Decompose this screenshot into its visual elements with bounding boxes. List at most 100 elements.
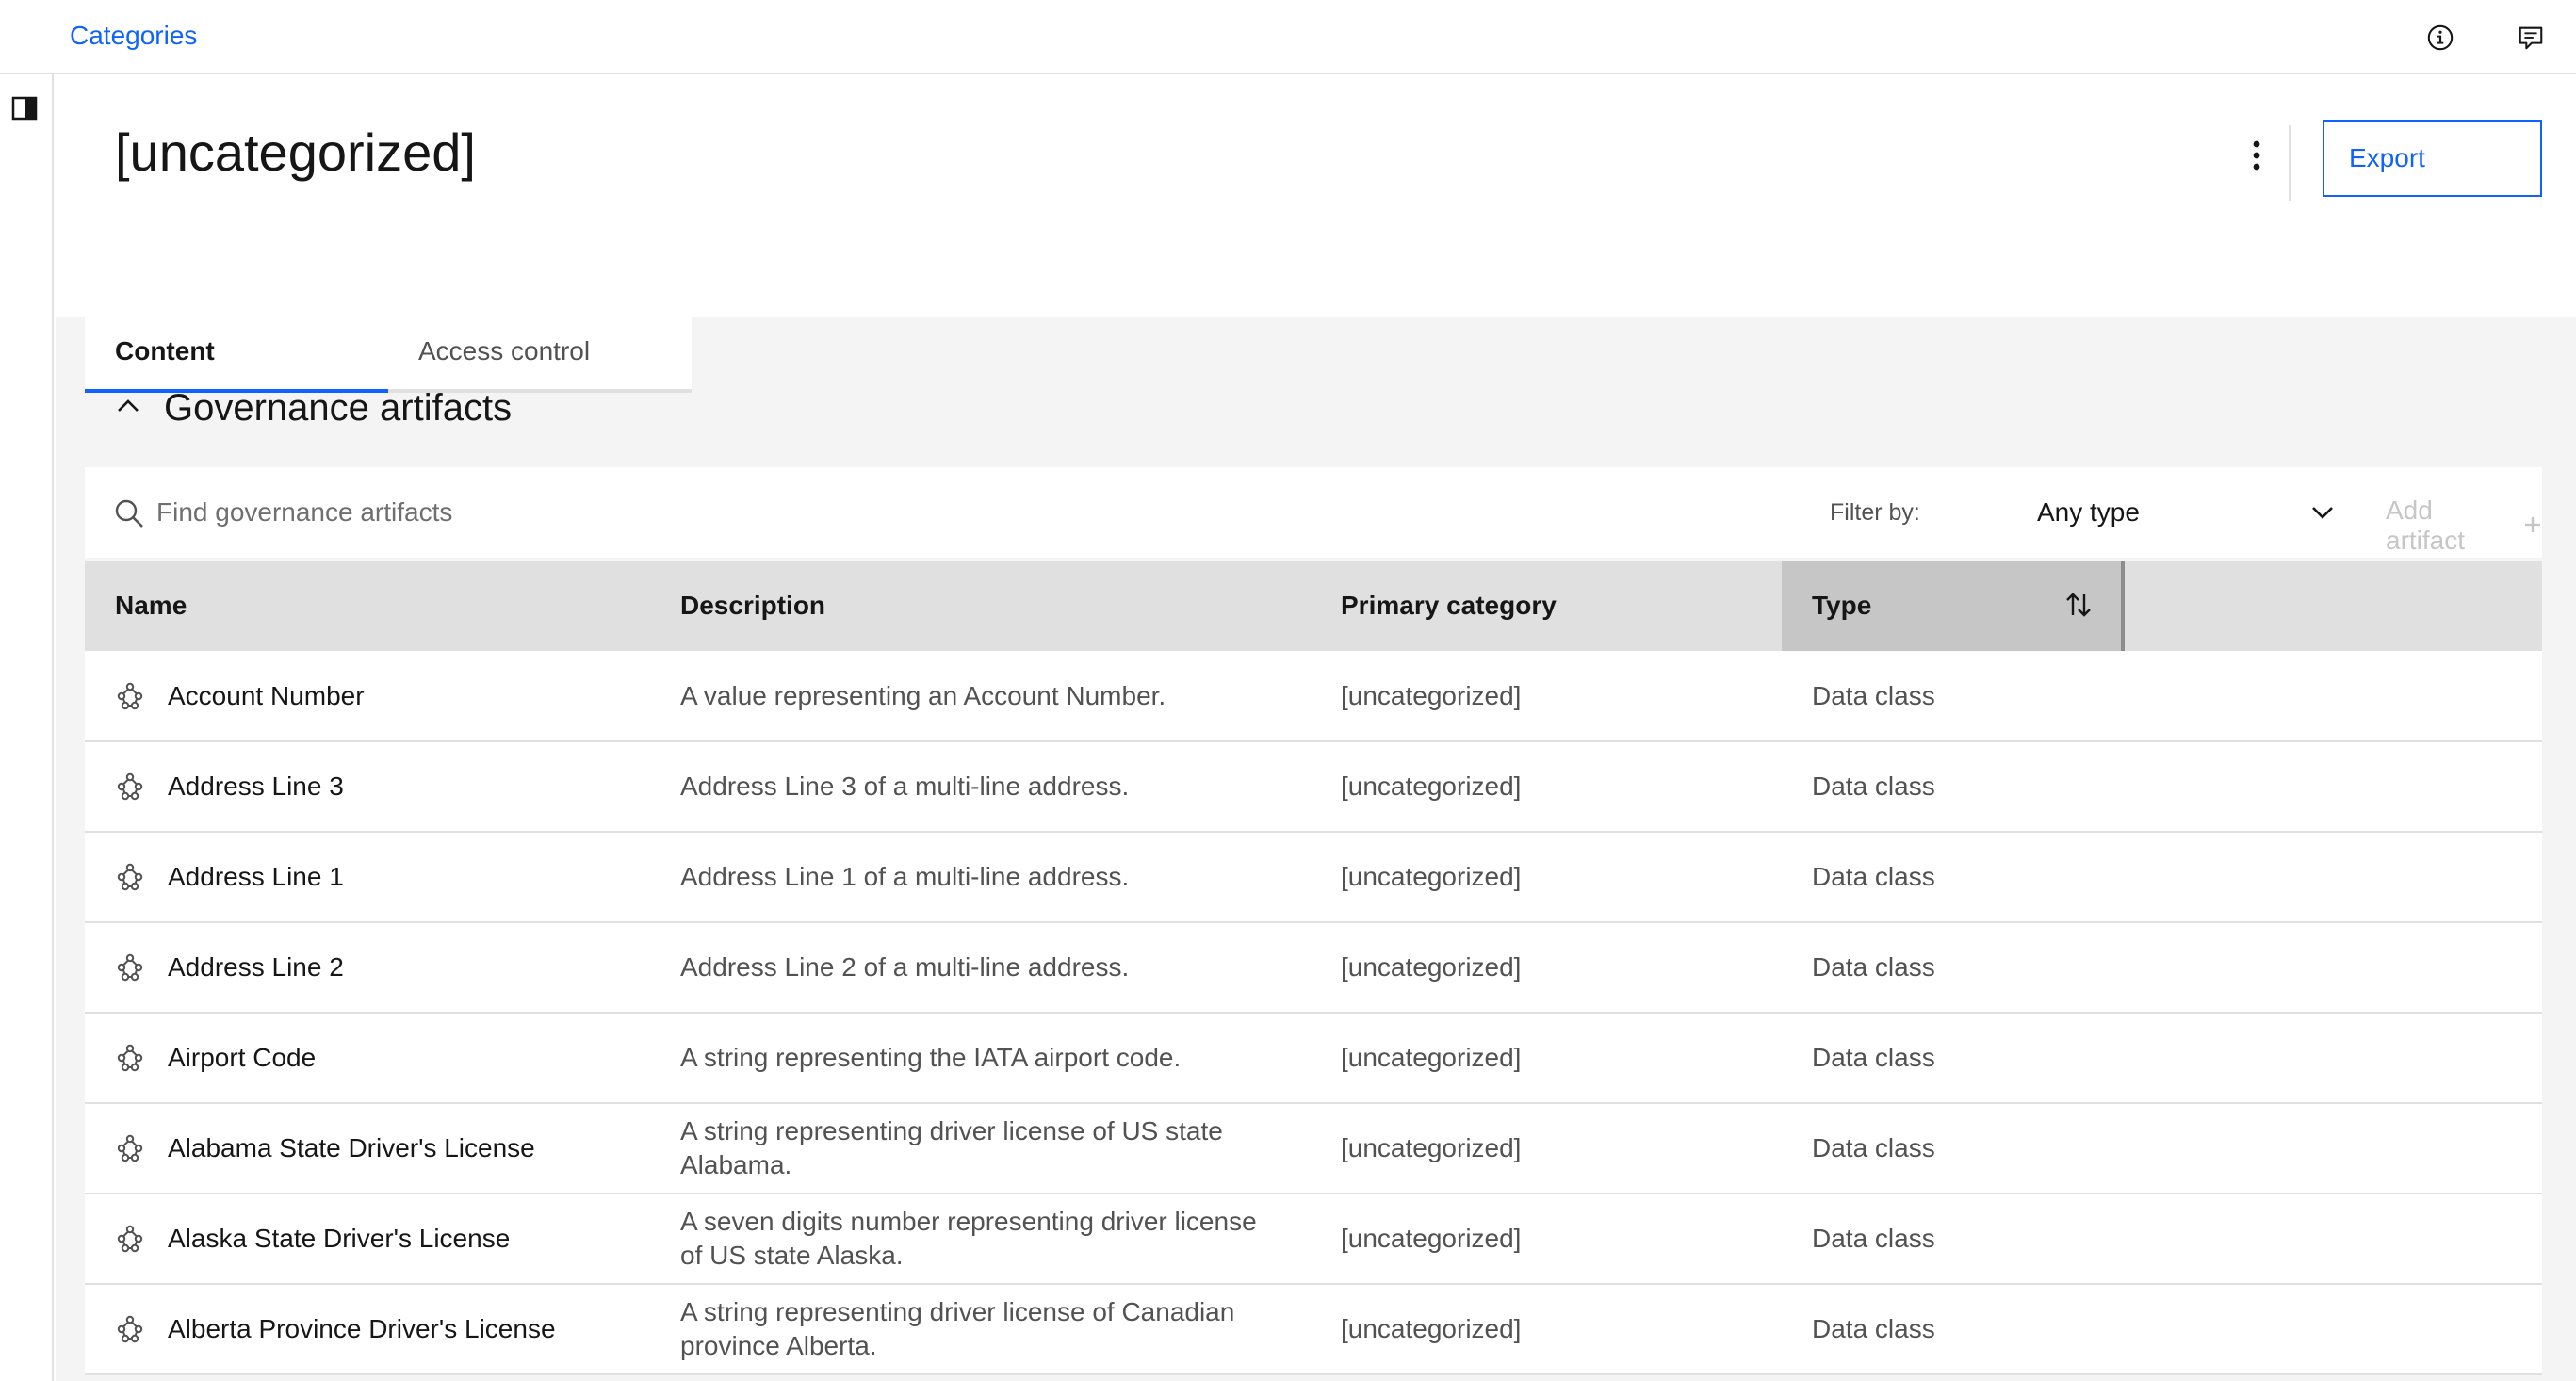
cell-type: Data class xyxy=(1812,862,1935,891)
artifact-name: Airport Code xyxy=(168,1043,317,1072)
column-header-type[interactable]: Type xyxy=(1782,561,2125,651)
table-row[interactable]: Address Line 2 Address Line 2 of a multi-… xyxy=(85,922,2542,1013)
cell-name[interactable]: Alaska State Driver's License xyxy=(85,1194,650,1284)
cell-primary-category: [uncategorized] xyxy=(1341,1314,1522,1343)
cell-type: Data class xyxy=(1812,952,1935,982)
artifact-name: Address Line 3 xyxy=(168,772,344,801)
cell-name[interactable]: Alabama State Driver's License xyxy=(85,1103,650,1194)
cell-primary-category: [uncategorized] xyxy=(1341,1224,1522,1253)
artifacts-table: Name Description Primary category Type A… xyxy=(85,561,2542,1375)
name-wrap: Account Number xyxy=(115,679,650,713)
cell-empty xyxy=(2123,922,2542,1013)
cell-empty xyxy=(2123,1284,2542,1374)
table-row[interactable]: Alberta Province Driver's License A strin… xyxy=(85,1284,2542,1374)
cell-description: A string representing the IATA airport c… xyxy=(680,1043,1182,1072)
artifacts-table-container: Name Description Primary category Type A… xyxy=(85,561,2542,1375)
artifact-name: Address Line 1 xyxy=(168,862,344,891)
export-button[interactable]: Export xyxy=(2323,120,2542,197)
cell-empty xyxy=(2123,832,2542,922)
sort-arrows-icon[interactable] xyxy=(2064,591,2093,626)
cell-primary-category: [uncategorized] xyxy=(1341,952,1522,982)
side-panel-toggle-icon[interactable] xyxy=(9,93,40,123)
artifact-name: Address Line 2 xyxy=(168,952,344,982)
cell-description: Address Line 3 of a multi-line address. xyxy=(680,772,1130,801)
header-divider xyxy=(2289,125,2291,201)
table-row[interactable]: Address Line 3 Address Line 3 of a multi-… xyxy=(85,741,2542,832)
cell-primary-category: [uncategorized] xyxy=(1341,1043,1522,1072)
search-icon xyxy=(113,497,145,534)
cell-primary-category: [uncategorized] xyxy=(1341,1133,1522,1162)
tab-list: Content Access control xyxy=(85,314,692,393)
cell-type: Data class xyxy=(1812,1133,1935,1162)
name-wrap: Alberta Province Driver's License xyxy=(115,1312,650,1346)
cell-primary-category: [uncategorized] xyxy=(1341,680,1522,710)
cell-name[interactable]: Alberta Province Driver's License xyxy=(85,1284,650,1374)
artifact-name: Account Number xyxy=(168,680,365,710)
cell-description: A seven digits number representing drive… xyxy=(680,1207,1257,1270)
overflow-menu-vertical-icon[interactable] xyxy=(2234,133,2279,178)
cell-primary-category: [uncategorized] xyxy=(1341,862,1522,891)
name-wrap: Alabama State Driver's License xyxy=(115,1131,650,1165)
column-header-name[interactable]: Name xyxy=(85,561,650,651)
filter-type-dropdown[interactable]: Any type xyxy=(2026,484,2346,541)
section-header-governance-artifacts[interactable]: Governance artifacts xyxy=(115,387,512,430)
search-input[interactable] xyxy=(156,484,1004,541)
artifact-name: Alabama State Driver's License xyxy=(168,1133,535,1162)
cell-description: Address Line 2 of a multi-line address. xyxy=(680,952,1130,982)
add-artifact-button[interactable]: Add artifact xyxy=(2386,496,2542,556)
breadcrumb-categories[interactable]: Categories xyxy=(70,21,197,51)
cell-description: A string representing driver license of … xyxy=(680,1297,1235,1360)
artifact-name: Alberta Province Driver's License xyxy=(168,1314,556,1343)
table-row[interactable]: Account Number A value representing an Ac… xyxy=(85,651,2542,741)
tab-content[interactable]: Content xyxy=(85,314,388,393)
cell-name[interactable]: Account Number xyxy=(85,651,650,741)
cell-empty xyxy=(2123,1103,2542,1194)
chat-feedback-icon[interactable] xyxy=(2514,21,2548,55)
table-row[interactable]: Alaska State Driver's License A seven dig… xyxy=(85,1194,2542,1284)
information-icon[interactable] xyxy=(2423,21,2457,55)
cell-name[interactable]: Address Line 3 xyxy=(85,741,650,832)
table-row[interactable]: Airport Code A string representing the IA… xyxy=(85,1013,2542,1103)
column-header-description[interactable]: Description xyxy=(650,561,1311,651)
add-icon xyxy=(2523,511,2542,541)
cell-name[interactable]: Airport Code xyxy=(85,1013,650,1103)
cell-type: Data class xyxy=(1812,1043,1935,1072)
table-row[interactable]: Address Line 1 Address Line 1 of a multi-… xyxy=(85,832,2542,922)
add-artifact-label: Add artifact xyxy=(2386,496,2466,555)
chevron-up-icon xyxy=(115,397,141,420)
cell-name[interactable]: Address Line 1 xyxy=(85,832,650,922)
cell-type: Data class xyxy=(1812,772,1935,801)
data-class-icon xyxy=(115,862,145,892)
cell-empty xyxy=(2123,1194,2542,1284)
cell-description: A value representing an Account Number. xyxy=(680,680,1166,710)
column-header-empty xyxy=(2123,561,2542,651)
table-header-row: Name Description Primary category Type xyxy=(85,561,2542,651)
data-class-icon xyxy=(115,1224,145,1254)
cell-type: Data class xyxy=(1812,1314,1935,1343)
left-sidebar xyxy=(0,74,54,1381)
data-class-icon xyxy=(115,1314,145,1344)
cell-primary-category: [uncategorized] xyxy=(1341,772,1522,801)
data-class-icon xyxy=(115,1043,145,1073)
data-class-icon xyxy=(115,681,145,711)
artifact-name: Alaska State Driver's License xyxy=(168,1224,511,1253)
page-title: [uncategorized] xyxy=(115,122,476,182)
cell-name[interactable]: Address Line 2 xyxy=(85,922,650,1013)
top-bar: Categories xyxy=(0,0,2576,74)
filter-label: Filter by: xyxy=(1830,499,1920,526)
name-wrap: Airport Code xyxy=(115,1041,650,1075)
data-class-icon xyxy=(115,1133,145,1163)
section-title: Governance artifacts xyxy=(164,387,513,429)
artifact-toolbar: Filter by: Any type Add artifact xyxy=(85,467,2542,558)
data-class-icon xyxy=(115,772,145,802)
tab-access-control[interactable]: Access control xyxy=(388,314,692,393)
data-class-icon xyxy=(115,952,145,983)
name-wrap: Address Line 2 xyxy=(115,950,650,984)
cell-description: A string representing driver license of … xyxy=(680,1116,1223,1179)
name-wrap: Alaska State Driver's License xyxy=(115,1222,650,1256)
chevron-down-icon xyxy=(2310,497,2335,528)
name-wrap: Address Line 3 xyxy=(115,770,650,804)
filter-selected-value: Any type xyxy=(2037,497,2140,527)
table-row[interactable]: Alabama State Driver's License A string r… xyxy=(85,1103,2542,1194)
column-header-primary-category[interactable]: Primary category xyxy=(1311,561,1782,651)
